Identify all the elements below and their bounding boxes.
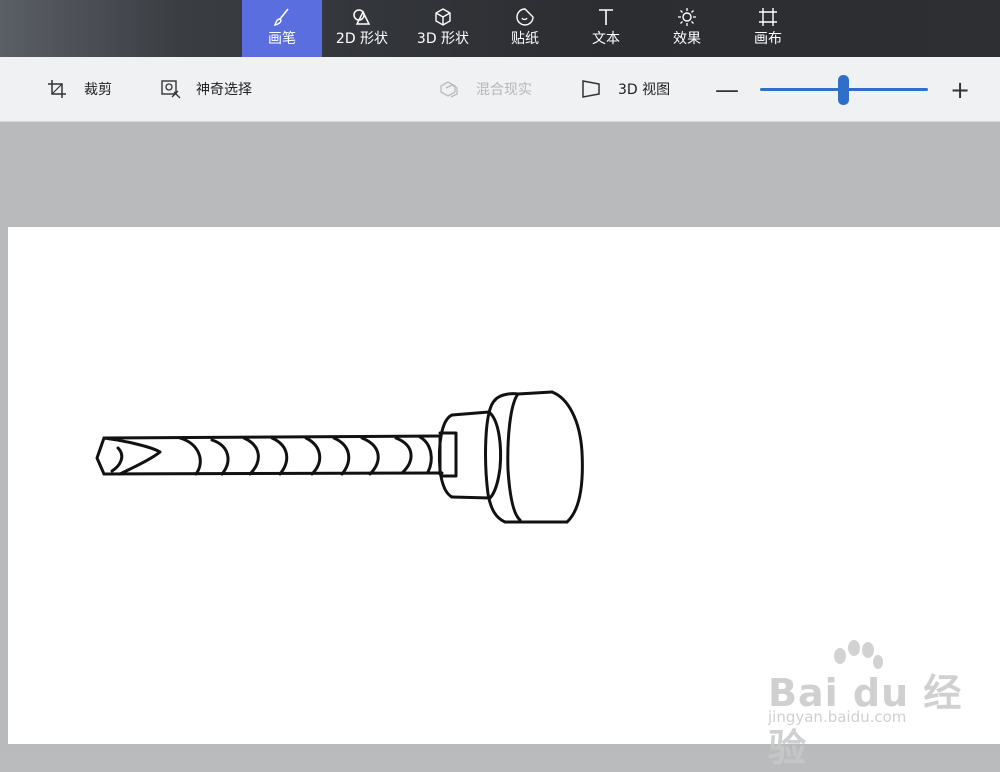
- view-3d-button[interactable]: 3D 视图: [580, 57, 670, 121]
- effects-sun-icon: [678, 8, 696, 26]
- mixed-reality-label: 混合现实: [476, 82, 532, 98]
- magic-select-button[interactable]: 神奇选择: [160, 57, 252, 121]
- tab-effects-label: 效果: [673, 31, 701, 47]
- brush-icon: [273, 8, 289, 27]
- tab-text-label: 文本: [592, 31, 620, 47]
- tab-2d-shapes[interactable]: 2D 形状: [322, 0, 402, 57]
- mixed-reality-button[interactable]: 混合现实: [438, 57, 532, 121]
- magic-select-label: 神奇选择: [196, 82, 252, 98]
- crop-button[interactable]: 裁剪: [46, 57, 112, 121]
- view-3d-label: 3D 视图: [618, 82, 671, 98]
- canvas-icon: [759, 8, 777, 26]
- view-3d-icon: [582, 80, 600, 98]
- magic-select-icon: [161, 80, 181, 99]
- watermark-url: jingyan.baidu.com: [768, 708, 907, 726]
- tab-effects[interactable]: 效果: [647, 0, 727, 57]
- sticker-icon: [516, 8, 534, 26]
- tab-canvas[interactable]: 画布: [728, 0, 808, 57]
- zoom-slider-thumb[interactable]: [838, 75, 849, 105]
- tab-stickers-label: 贴纸: [511, 31, 539, 47]
- tab-canvas-label: 画布: [754, 31, 782, 47]
- zoom-in-button[interactable]: +: [947, 76, 973, 104]
- crop-icon: [48, 80, 66, 98]
- tab-2d-shapes-label: 2D 形状: [335, 31, 389, 47]
- mixed-reality-icon: [440, 81, 458, 98]
- ribbon-bar: 画笔 2D 形状 3D 形状 贴纸 文本 效果 画布: [0, 0, 1000, 57]
- tab-brushes[interactable]: 画笔: [242, 0, 322, 57]
- text-icon: [599, 9, 613, 25]
- shapes-2d-icon: [353, 9, 371, 25]
- tab-3d-shapes-label: 3D 形状: [416, 31, 470, 47]
- tab-stickers[interactable]: 贴纸: [485, 0, 565, 57]
- tab-brushes-label: 画笔: [268, 31, 296, 47]
- cube-3d-icon: [435, 8, 451, 26]
- tab-3d-shapes[interactable]: 3D 形状: [403, 0, 483, 57]
- zoom-out-button[interactable]: —: [714, 76, 740, 104]
- baidu-watermark: Bai du 经验 jingyan.baidu.com: [768, 640, 968, 770]
- crop-label: 裁剪: [84, 82, 112, 98]
- tab-text[interactable]: 文本: [566, 0, 646, 57]
